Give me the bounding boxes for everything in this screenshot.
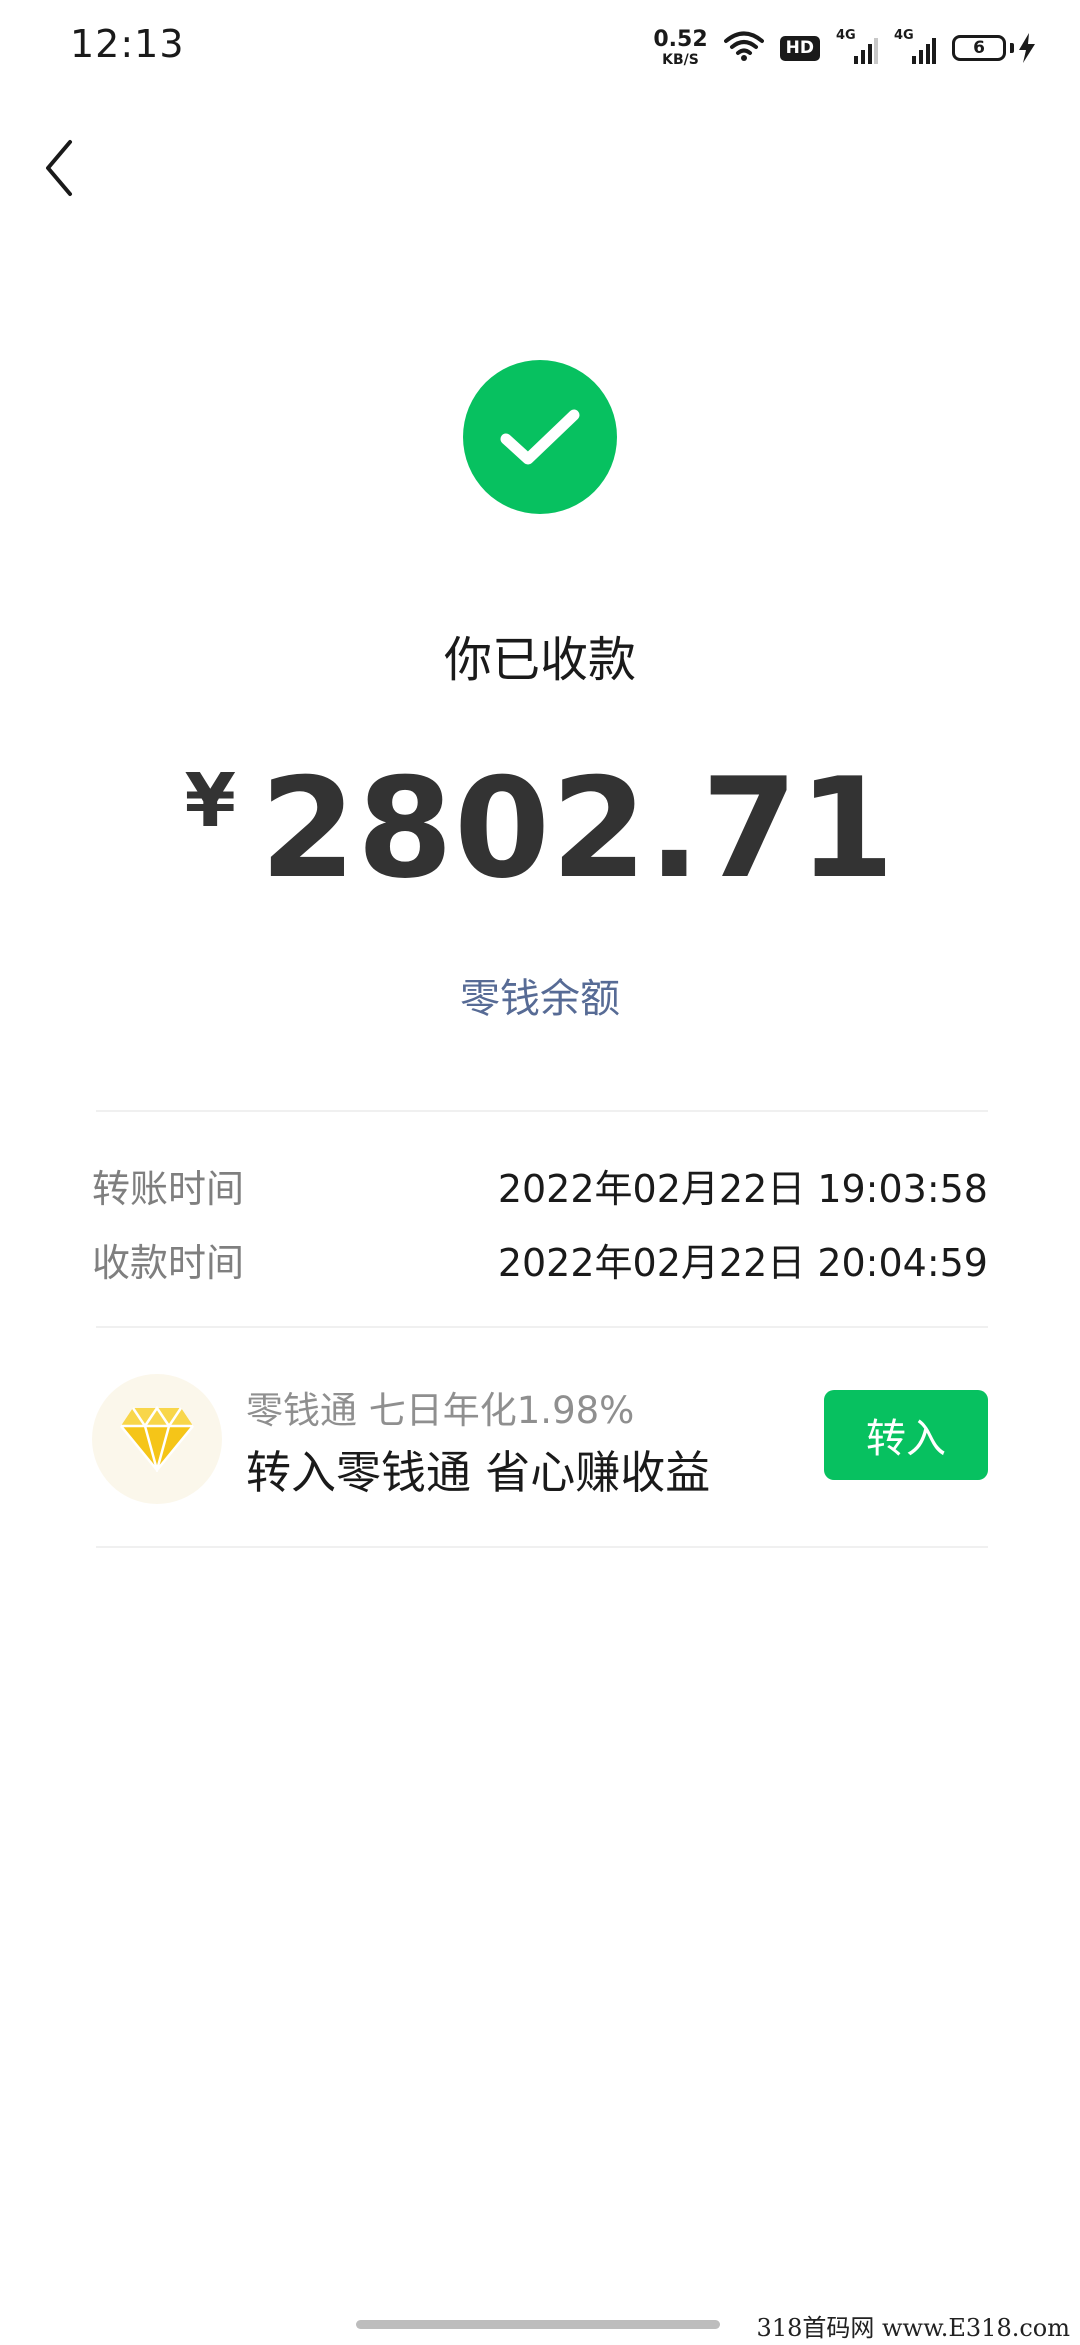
battery-cap (1010, 43, 1014, 53)
sim2-network-type: 4G (894, 28, 914, 43)
status-icons: 0.52 KB/S HD 4G 4G 6 (653, 26, 1036, 70)
sim1-signal: 4G (836, 28, 878, 64)
divider (96, 1110, 988, 1112)
amount-display: ¥2802.71 (0, 748, 1080, 909)
sim2-signal: 4G (894, 28, 936, 64)
chevron-left-icon (46, 140, 72, 196)
network-speed-unit: KB/S (662, 52, 699, 68)
network-speed: 0.52 KB/S (653, 27, 708, 68)
detail-row-transfer-time: 转账时间 2022年02月22日 19:03:58 (92, 1158, 988, 1213)
divider (96, 1326, 988, 1328)
sim1-network-type: 4G (836, 28, 856, 43)
network-speed-value: 0.52 (653, 27, 708, 52)
battery-level: 6 (952, 35, 1006, 61)
page-title: 你已收款 (443, 632, 636, 688)
divider (96, 1546, 988, 1548)
promo-title: 转入零钱通 省心赚收益 (246, 1446, 711, 1499)
diamond-icon (92, 1374, 222, 1504)
home-indicator[interactable] (356, 2320, 720, 2329)
charging-bolt-icon (1019, 33, 1035, 63)
status-time: 12:13 (70, 22, 185, 66)
back-button[interactable] (40, 136, 80, 200)
detail-row-receive-time: 收款时间 2022年02月22日 20:04:59 (92, 1232, 988, 1287)
signal-bars-icon (912, 38, 936, 64)
signal-bars-icon (854, 38, 878, 64)
wallet-balance-link[interactable]: 零钱余额 (0, 966, 1080, 1024)
status-bar: 12:13 0.52 KB/S HD 4G 4G 6 (0, 0, 1080, 96)
detail-label: 收款时间 (92, 1241, 245, 1285)
promo-subtitle: 零钱通 七日年化1.98% (246, 1389, 635, 1432)
amount-value: 2802.71 (259, 748, 896, 909)
detail-value: 2022年02月22日 20:04:59 (497, 1241, 988, 1285)
detail-label: 转账时间 (92, 1167, 245, 1211)
wifi-icon (723, 30, 764, 66)
transfer-in-button[interactable]: 转入 (824, 1390, 988, 1480)
hd-voice-badge: HD (779, 35, 820, 61)
watermark: 318首码网 www.E318.com (750, 2306, 1076, 2345)
check-circle-icon (463, 360, 617, 514)
battery-indicator: 6 (952, 33, 1036, 63)
currency-symbol: ¥ (184, 758, 236, 844)
detail-value: 2022年02月22日 19:03:58 (497, 1167, 988, 1211)
